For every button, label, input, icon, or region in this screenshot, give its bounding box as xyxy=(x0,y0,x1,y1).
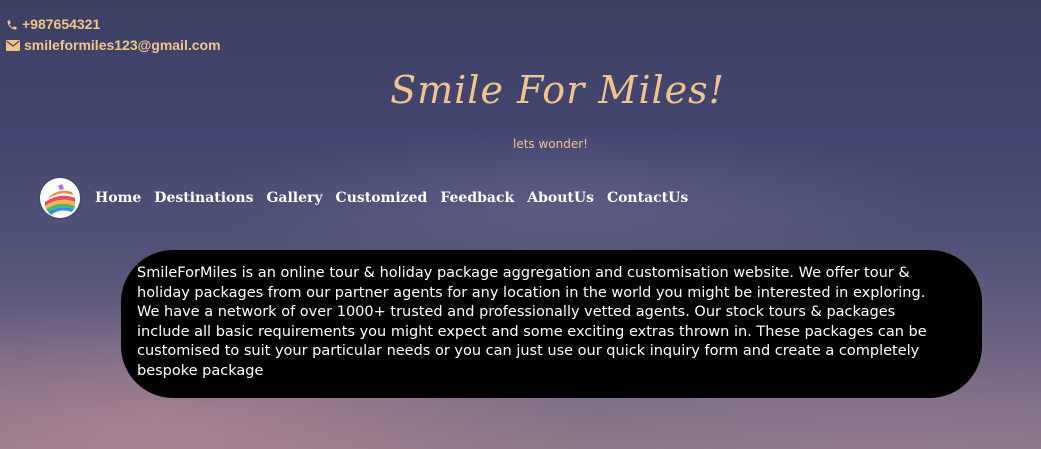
nav-link-contactus[interactable]: ContactUs xyxy=(607,190,688,206)
nav-link-gallery[interactable]: Gallery xyxy=(266,190,322,206)
nav-link-aboutus[interactable]: AboutUs xyxy=(527,190,594,206)
site-tagline: lets wonder! xyxy=(513,137,588,151)
email-address[interactable]: smileformiles123@gmail.com xyxy=(24,35,221,56)
site-title: Smile For Miles! xyxy=(390,68,725,112)
main-nav: Home Destinations Gallery Customized Fee… xyxy=(40,178,701,218)
email-row: smileformiles123@gmail.com xyxy=(6,35,221,56)
nav-link-home[interactable]: Home xyxy=(95,190,141,206)
globe-logo-icon[interactable] xyxy=(40,178,80,218)
phone-icon xyxy=(6,19,18,31)
nav-link-destinations[interactable]: Destinations xyxy=(154,190,253,206)
phone-number[interactable]: +987654321 xyxy=(22,14,100,35)
contact-info: +987654321 smileformiles123@gmail.com xyxy=(6,14,221,56)
nav-link-feedback[interactable]: Feedback xyxy=(440,190,514,206)
about-description-box: SmileForMiles is an online tour & holida… xyxy=(121,250,982,398)
about-description-text: SmileForMiles is an online tour & holida… xyxy=(137,265,927,379)
phone-row: +987654321 xyxy=(6,14,221,35)
envelope-icon xyxy=(6,40,20,51)
nav-link-customized[interactable]: Customized xyxy=(336,190,428,206)
